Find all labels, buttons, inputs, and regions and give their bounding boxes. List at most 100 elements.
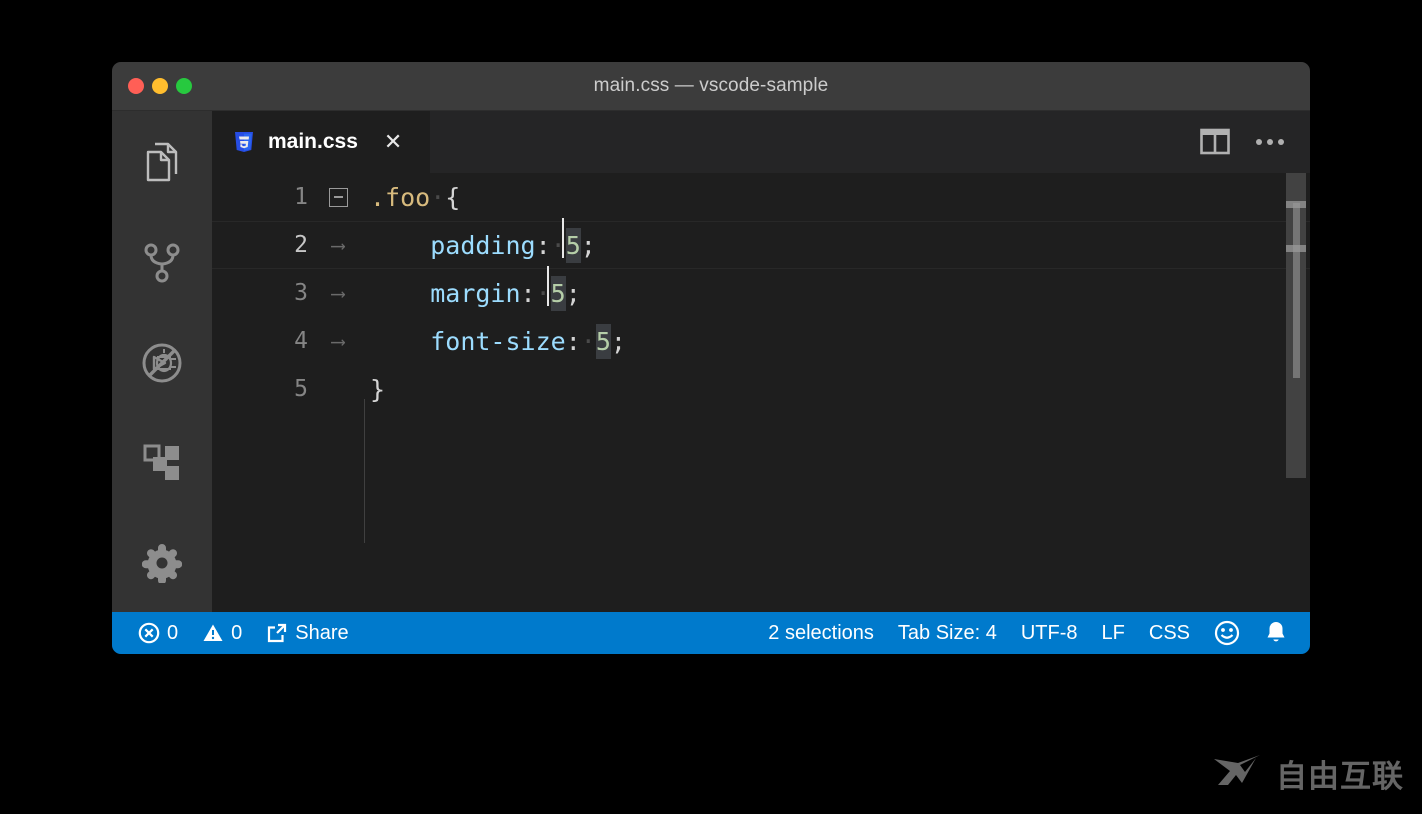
- watermark: 自由互联: [1212, 751, 1404, 796]
- css-property: margin: [430, 278, 521, 308]
- line-number: 3: [294, 280, 308, 306]
- selected-value[interactable]: 5: [550, 275, 566, 311]
- ellipsis-dot: [1278, 139, 1284, 145]
- status-selections[interactable]: 2 selections: [756, 612, 886, 654]
- minimize-window-button[interactable]: [152, 78, 168, 94]
- window-body: main.css ✕ 1 .foo·{2 ⟶ padding:·5; 3 ⟶ …: [112, 111, 1310, 612]
- smiley-icon: [1214, 620, 1240, 646]
- traffic-lights: [128, 62, 192, 110]
- gear-icon: [142, 543, 182, 583]
- tab-indent-icon: ⟶: [331, 233, 345, 257]
- tab-main-css[interactable]: main.css ✕: [212, 111, 431, 173]
- source-control-icon: [142, 242, 182, 284]
- window-title: main.css — vscode-sample: [593, 75, 829, 96]
- code-line[interactable]: 4 ⟶ font-size:·5;: [212, 317, 1310, 365]
- extensions-icon: [142, 443, 182, 483]
- status-share[interactable]: Share: [254, 612, 360, 654]
- status-tab-size[interactable]: Tab Size: 4: [886, 612, 1009, 654]
- status-feedback[interactable]: [1202, 612, 1252, 654]
- status-notifications[interactable]: [1252, 612, 1300, 654]
- run-debug-disabled-icon: [140, 341, 184, 385]
- line-number: 4: [294, 328, 308, 354]
- activity-item-source-control[interactable]: [132, 233, 192, 293]
- line-content: font-size:·5;: [356, 323, 626, 359]
- error-circle-icon: [138, 622, 160, 644]
- activity-item-explorer[interactable]: [132, 133, 192, 193]
- close-window-button[interactable]: [128, 78, 144, 94]
- bell-icon: [1264, 620, 1288, 646]
- code-line-current[interactable]: 2 ⟶ padding:·5;: [212, 221, 1310, 269]
- error-count: 0: [167, 621, 179, 644]
- selected-value[interactable]: 5: [565, 227, 581, 263]
- code-editor[interactable]: 1 .foo·{ 2 ⟶ padding:·5; 3 ⟶ margin:·5; …: [212, 173, 1310, 612]
- share-label: Share: [295, 621, 349, 644]
- screenshot-root: main.css — vscode-sample main.css ✕ 1 .f…: [0, 0, 1422, 814]
- line-content: .foo·{: [356, 183, 460, 212]
- status-bar-left: 0 0 Share: [126, 612, 361, 654]
- fold-toggle-icon[interactable]: [320, 187, 356, 207]
- warning-count: 0: [231, 621, 243, 644]
- status-language-mode[interactable]: CSS: [1137, 612, 1202, 654]
- activity-item-run-debug[interactable]: [132, 333, 192, 393]
- whitespace-dot: ·: [430, 182, 446, 212]
- semicolon: ;: [580, 230, 596, 260]
- vscode-window: main.css — vscode-sample main.css ✕ 1 .f…: [112, 62, 1310, 654]
- css-selector: .foo: [370, 182, 431, 212]
- tab-bar: main.css ✕: [212, 111, 1310, 173]
- line-number: 1: [294, 184, 308, 210]
- whitespace-dot: ·: [580, 326, 596, 356]
- line-number: 2: [294, 232, 308, 258]
- editor-vertical-scrollbar[interactable]: [1282, 173, 1310, 612]
- overview-marker: [1286, 245, 1306, 252]
- colon: :: [520, 278, 536, 308]
- split-editor-icon[interactable]: [1200, 128, 1230, 156]
- css-file-icon: [232, 130, 256, 154]
- ellipsis-dot: [1256, 139, 1262, 145]
- line-number: 5: [294, 376, 308, 402]
- open-brace: {: [445, 182, 461, 212]
- warning-triangle-icon: [202, 622, 224, 644]
- status-eol[interactable]: LF: [1090, 612, 1137, 654]
- code-line[interactable]: 5 }: [212, 365, 1310, 413]
- indent-guide: [364, 399, 365, 543]
- close-brace: }: [370, 374, 386, 404]
- status-errors[interactable]: 0: [126, 612, 190, 654]
- watermark-text: 自由互联: [1276, 759, 1404, 795]
- editor-area: main.css ✕ 1 .foo·{2 ⟶ padding:·5; 3 ⟶ …: [212, 111, 1310, 612]
- activity-item-extensions[interactable]: [132, 433, 192, 493]
- status-encoding[interactable]: UTF-8: [1009, 612, 1090, 654]
- status-bar: 0 0 Share 2 selections Tab Size: 4 UTF-8…: [112, 612, 1310, 654]
- code-line[interactable]: 3 ⟶ margin:·5;: [212, 269, 1310, 317]
- tab-bar-filler: [431, 111, 1200, 173]
- activity-bar: [112, 111, 212, 612]
- line-content: padding:·5;: [356, 227, 596, 263]
- status-bar-right: 2 selections Tab Size: 4 UTF-8 LF CSS: [756, 612, 1310, 654]
- code-line[interactable]: 1 .foo·{: [212, 173, 1310, 221]
- scrollbar-thumb[interactable]: [1293, 203, 1300, 378]
- activity-item-settings[interactable]: [132, 533, 192, 593]
- semicolon: ;: [610, 326, 626, 356]
- line-content: }: [356, 375, 385, 404]
- tab-indent-icon: ⟶: [331, 329, 345, 353]
- selected-value[interactable]: 5: [595, 323, 611, 359]
- overview-marker: [1286, 201, 1306, 208]
- files-icon: [142, 142, 182, 184]
- semicolon: ;: [565, 278, 581, 308]
- title-bar: main.css — vscode-sample: [112, 62, 1310, 111]
- share-icon: [266, 622, 288, 644]
- ellipsis-dot: [1267, 139, 1273, 145]
- close-icon[interactable]: ✕: [384, 131, 402, 153]
- x-logo-icon: [1212, 753, 1268, 794]
- status-warnings[interactable]: 0: [190, 612, 254, 654]
- editor-actions: [1200, 111, 1310, 173]
- ellipsis-icon[interactable]: [1256, 139, 1284, 145]
- tab-label: main.css: [268, 130, 358, 153]
- tab-indent-icon: ⟶: [331, 281, 345, 305]
- colon: :: [565, 326, 581, 356]
- css-property: padding: [430, 230, 536, 260]
- colon: :: [535, 230, 551, 260]
- zoom-window-button[interactable]: [176, 78, 192, 94]
